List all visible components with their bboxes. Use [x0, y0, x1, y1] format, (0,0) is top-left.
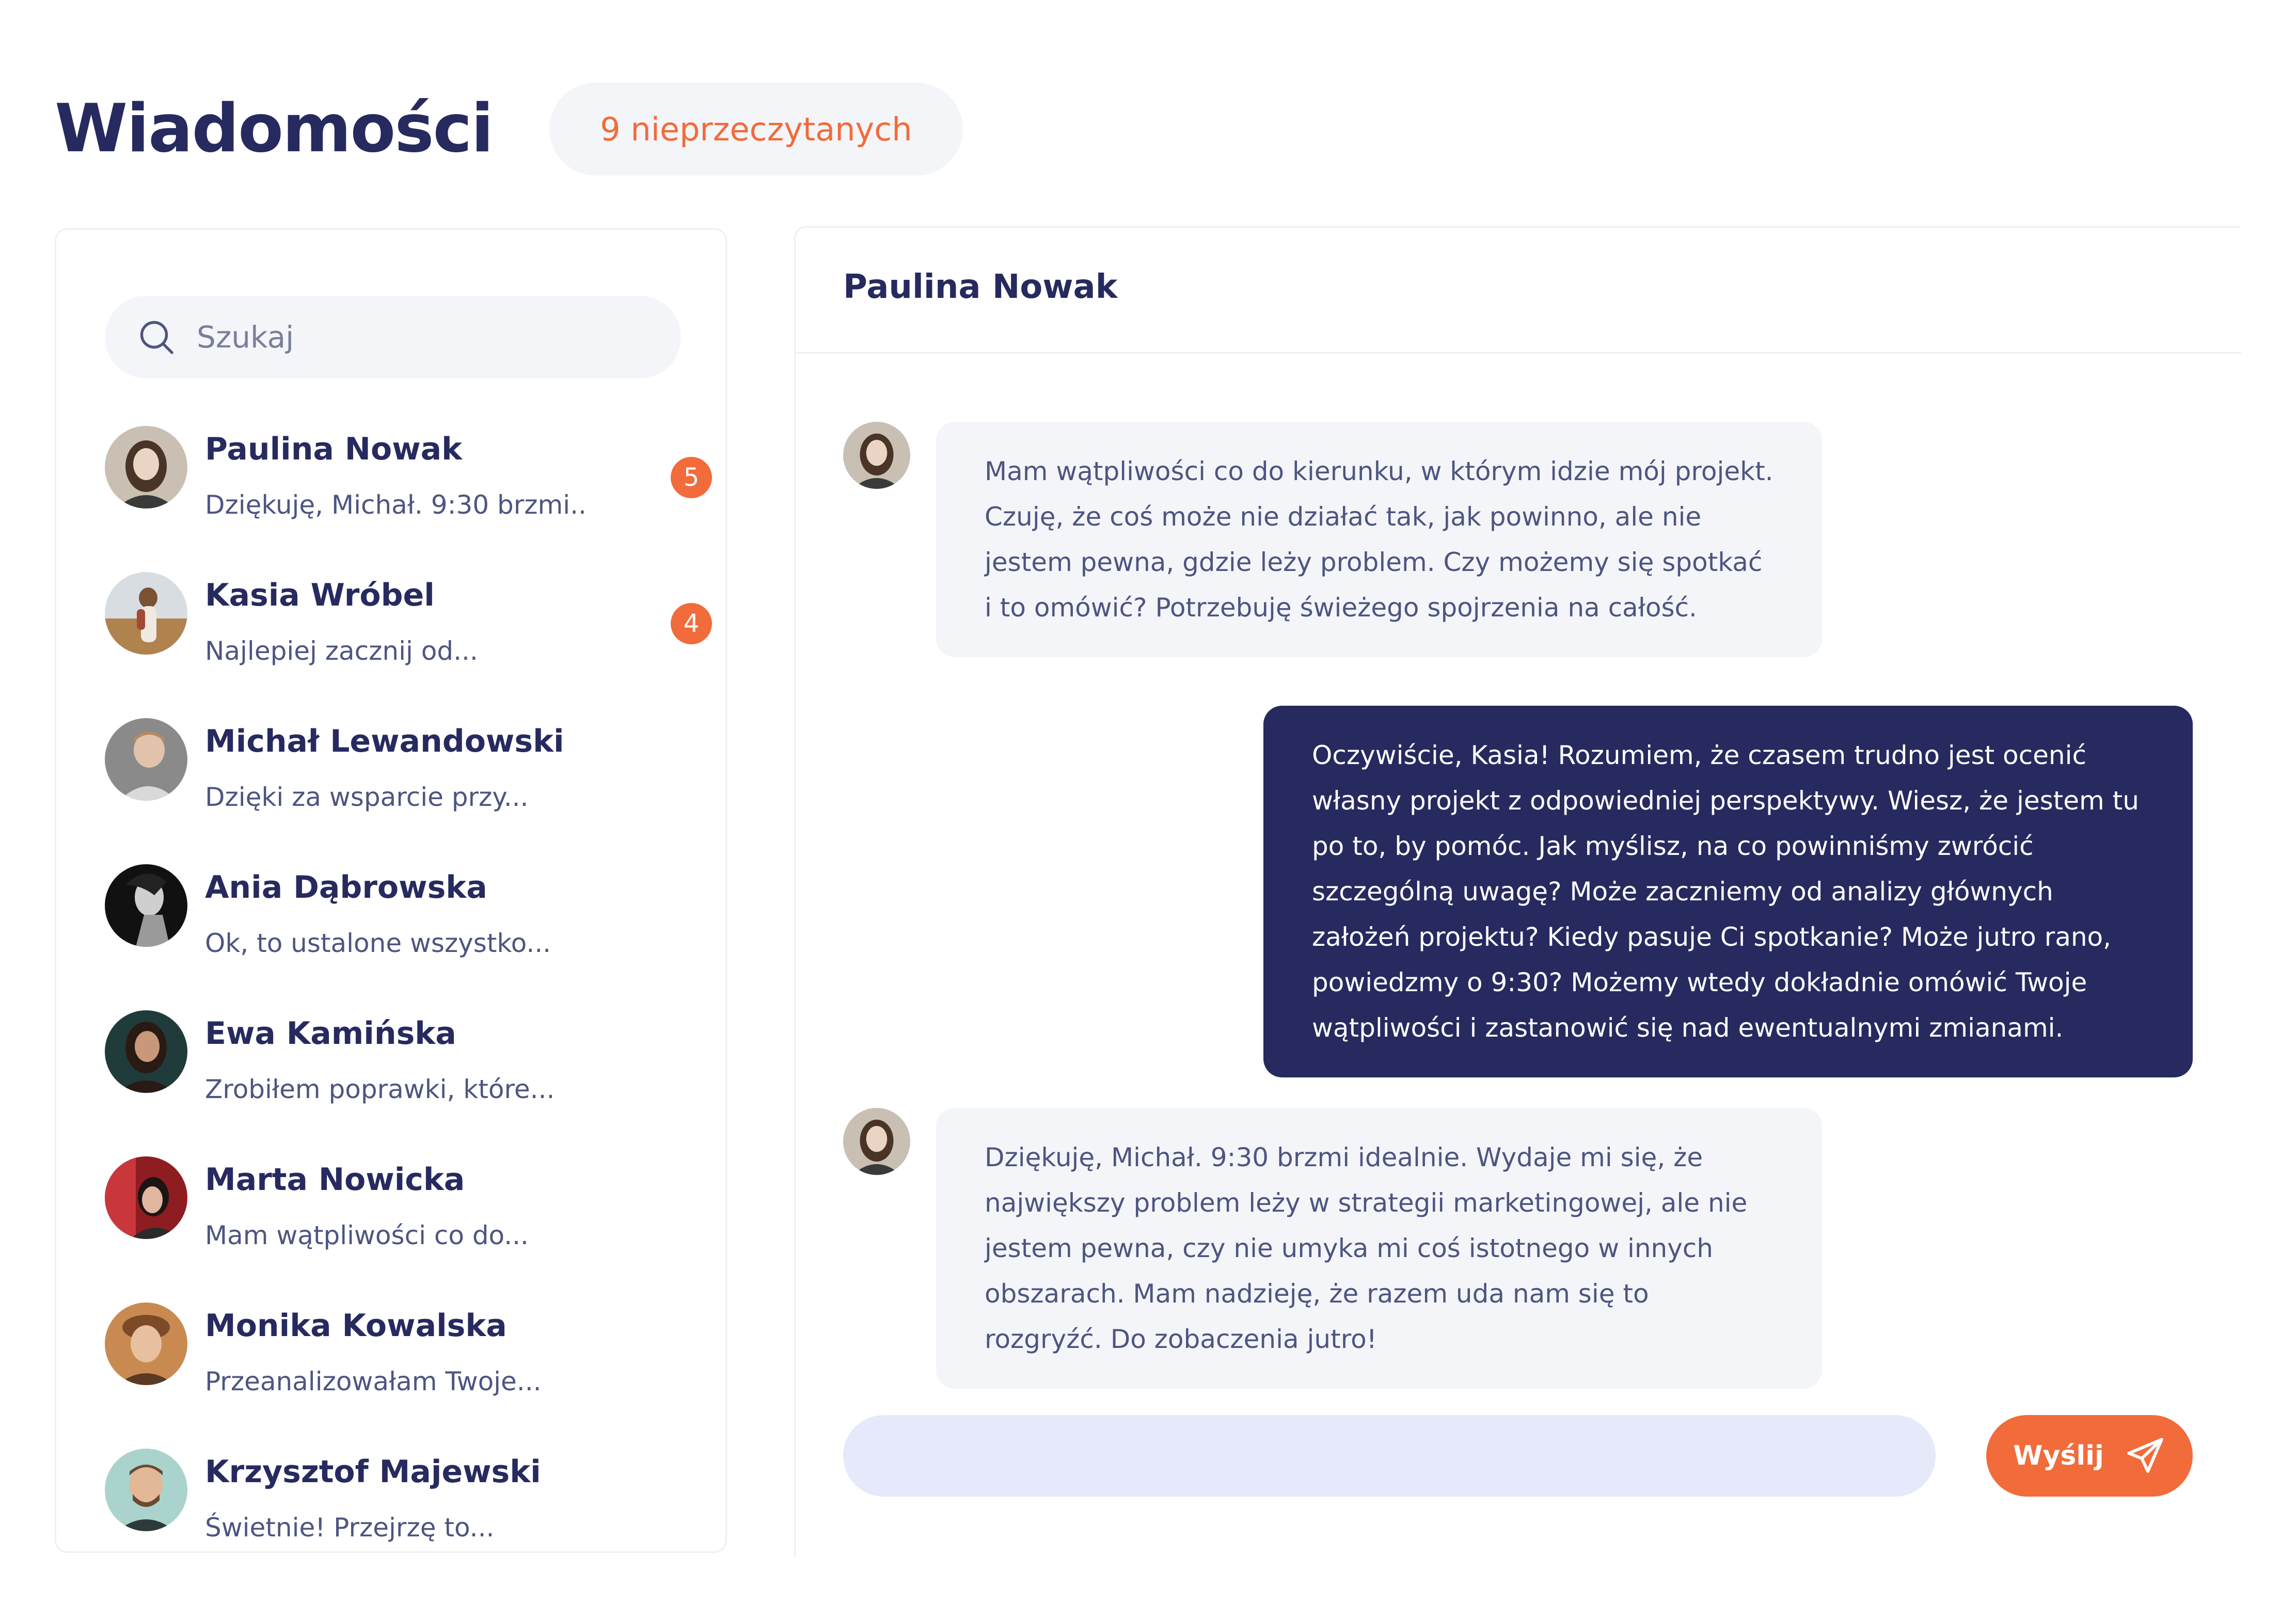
- conversation-name: Paulina Nowak: [205, 431, 463, 467]
- conversation-name: Michał Lewandowski: [205, 723, 564, 759]
- conversation-preview: Mam wątpliwości co do...: [205, 1220, 529, 1250]
- conversation-preview: Zrobiłem poprawki, które...: [205, 1074, 555, 1104]
- conversation-item-paulina-nowak[interactable]: Paulina Nowak Dziękuję, Michał. 9:30 brz…: [105, 426, 714, 572]
- conversation-name: Ania Dąbrowska: [205, 869, 487, 906]
- message-bubble-outgoing: Oczywiście, Kasia! Rozumiem, że czasem t…: [1263, 706, 2193, 1077]
- conversation-name: Krzysztof Majewski: [205, 1454, 541, 1490]
- conversation-name: Marta Nowicka: [205, 1162, 465, 1198]
- conversation-item-monika-kowalska[interactable]: Monika Kowalska Przeanalizowałam Twoje..…: [105, 1303, 714, 1449]
- conversation-preview: Dzięki za wsparcie przy...: [205, 782, 529, 812]
- avatar: [105, 426, 187, 509]
- conversation-preview: Świetnie! Przejrzę to...: [205, 1513, 495, 1543]
- message-input[interactable]: [843, 1415, 1936, 1497]
- chat-title: Paulina Nowak: [843, 268, 1118, 306]
- conversation-item-michal-lewandowski[interactable]: Michał Lewandowski Dzięki za wsparcie pr…: [105, 718, 714, 864]
- chat-header: Paulina Nowak: [796, 228, 2241, 354]
- unread-count: 4: [671, 603, 712, 644]
- unread-count: 5: [671, 457, 712, 498]
- conversation-list: Paulina Nowak Dziękuję, Michał. 9:30 brz…: [105, 426, 714, 1543]
- search-input[interactable]: [196, 319, 611, 355]
- page-header: Wiadomości 9 nieprzeczytanych: [55, 83, 963, 176]
- conversation-item-krzysztof-majewski[interactable]: Krzysztof Majewski Świetnie! Przejrzę to…: [105, 1449, 714, 1551]
- avatar: [105, 1010, 187, 1093]
- search-icon: [138, 319, 175, 356]
- avatar: [105, 1303, 187, 1385]
- conversation-preview: Najlepiej zacznij od...: [205, 636, 478, 666]
- conversation-item-ewa-kaminska[interactable]: Ewa Kamińska Zrobiłem poprawki, które...: [105, 1010, 714, 1156]
- search-box[interactable]: [105, 296, 681, 378]
- send-icon: [2125, 1435, 2166, 1476]
- avatar: [105, 1449, 187, 1531]
- avatar: [105, 864, 187, 947]
- conversation-item-kasia-wrobel[interactable]: Kasia Wróbel Najlepiej zacznij od... 4: [105, 572, 714, 718]
- conversation-item-ania-dabrowska[interactable]: Ania Dąbrowska Ok, to ustalone wszystko.…: [105, 864, 714, 1010]
- conversation-preview: Dziękuję, Michał. 9:30 brzmi..: [205, 490, 587, 520]
- unread-count-badge: 9 nieprzeczytanych: [549, 83, 963, 176]
- avatar: [843, 1108, 910, 1175]
- send-button-label: Wyślij: [2013, 1440, 2104, 1471]
- conversation-name: Monika Kowalska: [205, 1308, 507, 1344]
- conversation-preview: Ok, to ustalone wszystko...: [205, 928, 551, 958]
- conversation-name: Ewa Kamińska: [205, 1015, 456, 1052]
- page-title: Wiadomości: [55, 90, 494, 167]
- avatar: [105, 1156, 187, 1239]
- message-bubble-incoming: Mam wątpliwości co do kierunku, w którym…: [936, 422, 1822, 657]
- avatar: [843, 422, 910, 489]
- chat-panel: Paulina Nowak Mam wątpliwości co do kier…: [794, 226, 2241, 1558]
- conversation-sidebar: Paulina Nowak Dziękuję, Michał. 9:30 brz…: [55, 228, 727, 1553]
- avatar: [105, 572, 187, 655]
- conversation-preview: Przeanalizowałam Twoje...: [205, 1367, 542, 1396]
- conversation-item-marta-nowicka[interactable]: Marta Nowicka Mam wątpliwości co do...: [105, 1156, 714, 1303]
- send-button[interactable]: Wyślij: [1986, 1415, 2193, 1497]
- avatar: [105, 718, 187, 801]
- conversation-name: Kasia Wróbel: [205, 577, 435, 613]
- message-bubble-incoming: Dziękuję, Michał. 9:30 brzmi idealnie. W…: [936, 1108, 1822, 1389]
